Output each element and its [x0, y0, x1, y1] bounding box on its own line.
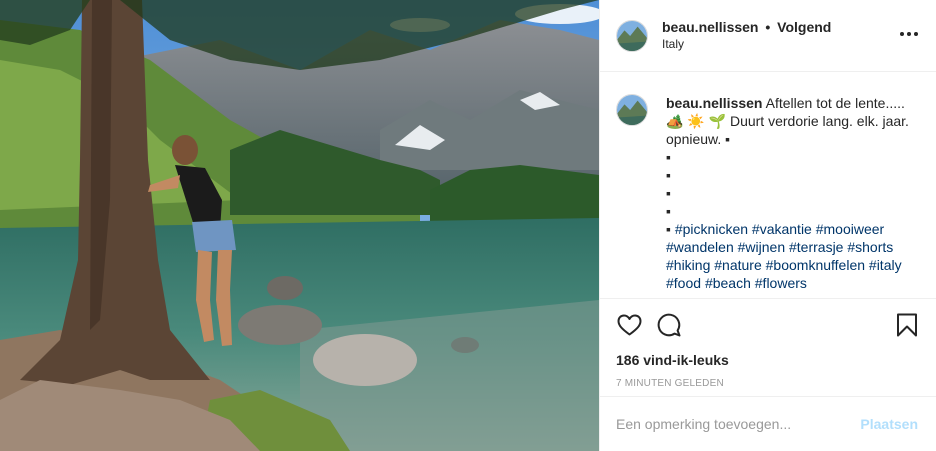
hashtag-link[interactable]: #nature — [714, 257, 761, 273]
like-button[interactable] — [616, 312, 642, 338]
more-dot-icon — [900, 32, 904, 36]
hashtag-link[interactable]: #boomknuffelen — [766, 257, 865, 273]
hashtag-prefix: ▪ — [666, 221, 675, 237]
hashtag-link[interactable]: #italy — [869, 257, 902, 273]
post-header: beau.nellissen • Volgend Italy — [600, 0, 936, 72]
bookmark-icon — [897, 313, 917, 337]
hashtag-link[interactable]: #wandelen — [666, 239, 734, 255]
mountain-avatar-icon — [617, 95, 647, 125]
hashtag-link[interactable]: #food — [666, 275, 701, 291]
post-actions: 186 vind-ik-leuks 7 MINUTEN GELEDEN — [600, 298, 936, 406]
comment-bar: Plaatsen — [600, 396, 936, 451]
hashtag-link[interactable]: #hiking — [666, 257, 710, 273]
hashtag-link[interactable]: #flowers — [755, 275, 807, 291]
caption-username[interactable]: beau.nellissen — [666, 95, 762, 111]
caption-line: opnieuw. ▪ — [666, 131, 731, 147]
post-photo[interactable] — [0, 0, 599, 451]
comment-button[interactable] — [656, 312, 682, 338]
hashtag-link[interactable]: #wijnen — [738, 239, 785, 255]
caption-bullet: ▪ — [666, 185, 671, 201]
post-location[interactable]: Italy — [662, 36, 831, 53]
caption-bullet: ▪ — [666, 149, 671, 165]
hashtag-link[interactable]: #shorts — [847, 239, 893, 255]
hashtag-link[interactable]: #picknicken — [675, 221, 748, 237]
post-comment-button[interactable]: Plaatsen — [860, 416, 918, 432]
separator-dot: • — [765, 18, 771, 35]
caption-text: beau.nellissen Aftellen tot de lente....… — [666, 94, 920, 292]
caption-line: Aftellen tot de lente..... — [765, 95, 905, 111]
caption-bullet: ▪ — [666, 203, 671, 219]
comment-input[interactable] — [616, 416, 861, 432]
caption-bullet: ▪ — [666, 167, 671, 183]
like-count[interactable]: 186 vind-ik-leuks — [616, 351, 729, 369]
more-dot-icon — [907, 32, 911, 36]
save-button[interactable] — [894, 312, 920, 338]
user-avatar[interactable] — [616, 19, 648, 52]
hashtag-link[interactable]: #terrasje — [789, 239, 843, 255]
landscape-photo — [0, 0, 599, 451]
hashtag-link[interactable]: #mooiweer — [816, 221, 884, 237]
more-dot-icon — [914, 32, 918, 36]
follow-status-button[interactable]: Volgend — [777, 19, 831, 35]
caption-area[interactable]: beau.nellissen Aftellen tot de lente....… — [600, 73, 936, 298]
hashtag-block: ▪ #picknicken #vakantie #mooiweer #wande… — [666, 220, 920, 292]
hashtag-link[interactable]: #beach — [705, 275, 751, 291]
caption-line: 🏕️ ☀️ 🌱 Duurt verdorie lang. elk. jaar. — [666, 113, 909, 129]
hashtag-link[interactable]: #vakantie — [752, 221, 812, 237]
heart-icon — [617, 314, 641, 336]
post-side-panel: beau.nellissen • Volgend Italy beau.nell… — [599, 0, 936, 451]
header-username[interactable]: beau.nellissen — [662, 19, 758, 35]
comment-icon — [657, 313, 681, 337]
post-timestamp[interactable]: 7 MINUTEN GELEDEN — [616, 378, 920, 389]
more-options-button[interactable] — [900, 26, 918, 42]
mountain-avatar-icon — [617, 20, 647, 51]
caption-avatar[interactable] — [616, 94, 648, 126]
